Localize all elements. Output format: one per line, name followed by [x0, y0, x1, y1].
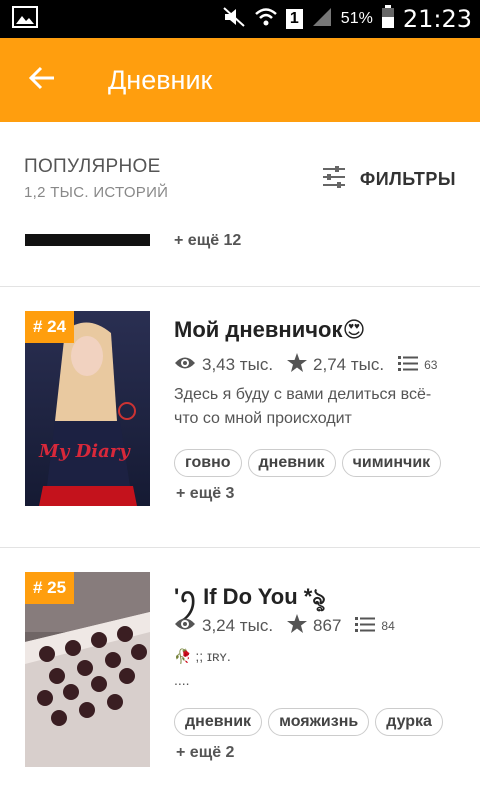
battery-percent: 51% — [340, 10, 373, 27]
star-icon — [287, 614, 308, 638]
story-description: 🥀 ;; ɪʀʏ. — [174, 648, 231, 664]
tag-chip[interactable]: говно — [174, 449, 242, 477]
gallery-notification-icon — [12, 5, 38, 33]
star-icon — [287, 353, 308, 377]
cover-title-text: My Diary — [39, 441, 130, 462]
story-title[interactable]: Мой дневничок😍 — [174, 317, 365, 343]
story-card[interactable]: # 25 'ꪆ If Do You *ৡ 3,24 тыс. 867 84 🥀 … — [0, 548, 480, 800]
views-count: 3,24 тыс. — [202, 616, 274, 635]
story-stats: 3,24 тыс. 867 84 — [174, 614, 395, 638]
filters-label: ФИЛЬТРЫ — [359, 169, 456, 189]
more-tags-link[interactable]: + ещё 3 — [176, 485, 234, 503]
tag-chip[interactable]: дурка — [375, 708, 443, 736]
tag-chip[interactable]: дневник — [174, 708, 263, 736]
story-title-text: Мой дневничок — [174, 317, 343, 342]
arrow-left-icon — [28, 66, 56, 95]
tag-list: дневник мояжизнь дурка + ещё 2 — [174, 708, 464, 762]
votes-count: 2,74 тыс. — [313, 355, 385, 374]
tag-list: говно дневник чиминчик + ещё 3 — [174, 449, 464, 503]
filters-button[interactable]: ФИЛЬТРЫ — [322, 166, 456, 193]
back-button[interactable] — [0, 38, 84, 122]
rank-badge: # 24 — [25, 311, 75, 343]
app-bar: Дневник — [0, 38, 480, 122]
list-icon — [398, 355, 419, 376]
cover-image: My Diary # 24 — [25, 311, 150, 506]
heart-eyes-emoji-icon: 😍 — [342, 317, 366, 342]
section-title: ПОПУЛЯРНОЕ — [24, 156, 161, 177]
list-icon — [355, 616, 376, 637]
story-count: 1,2 ТЫС. ИСТОРИЙ — [24, 184, 169, 201]
sim-icon: 1 — [285, 9, 303, 29]
sliders-icon — [322, 166, 346, 193]
wifi-icon — [254, 6, 278, 33]
status-bar: 1 51% 21:23 — [0, 0, 480, 38]
story-card[interactable]: My Diary # 24 Мой дневничок😍 3,43 тыс. 2… — [0, 287, 480, 548]
mute-icon — [222, 6, 246, 33]
clock: 21:23 — [402, 5, 472, 33]
battery-icon — [381, 4, 395, 34]
votes-count: 867 — [313, 616, 342, 635]
parts-count: 63 — [424, 358, 438, 372]
parts-count: 84 — [381, 619, 395, 633]
eye-icon — [174, 616, 196, 637]
rank-badge: # 25 — [25, 572, 75, 604]
more-tags-link[interactable]: + ещё 2 — [176, 744, 234, 762]
cover-image: # 25 — [25, 572, 150, 767]
eye-icon — [174, 355, 196, 376]
list-item[interactable]: + ещё 12 — [0, 222, 480, 287]
story-stats: 3,43 тыс. 2,74 тыс. 63 — [174, 353, 437, 377]
cover-image — [25, 234, 150, 246]
tag-chip[interactable]: мояжизнь — [268, 708, 370, 736]
list-header: ПОПУЛЯРНОЕ 1,2 ТЫС. ИСТОРИЙ ФИЛЬТРЫ — [0, 122, 480, 222]
views-count: 3,43 тыс. — [202, 355, 274, 374]
story-description-more: .... — [174, 672, 190, 688]
story-description: Здесь я буду с вами делиться всё-что со … — [174, 386, 432, 427]
page-title: Дневник — [108, 64, 213, 95]
more-tags-link[interactable]: + ещё 12 — [174, 232, 241, 250]
tag-chip[interactable]: чиминчик — [341, 449, 442, 477]
tag-chip[interactable]: дневник — [247, 449, 336, 477]
signal-icon — [311, 6, 333, 33]
